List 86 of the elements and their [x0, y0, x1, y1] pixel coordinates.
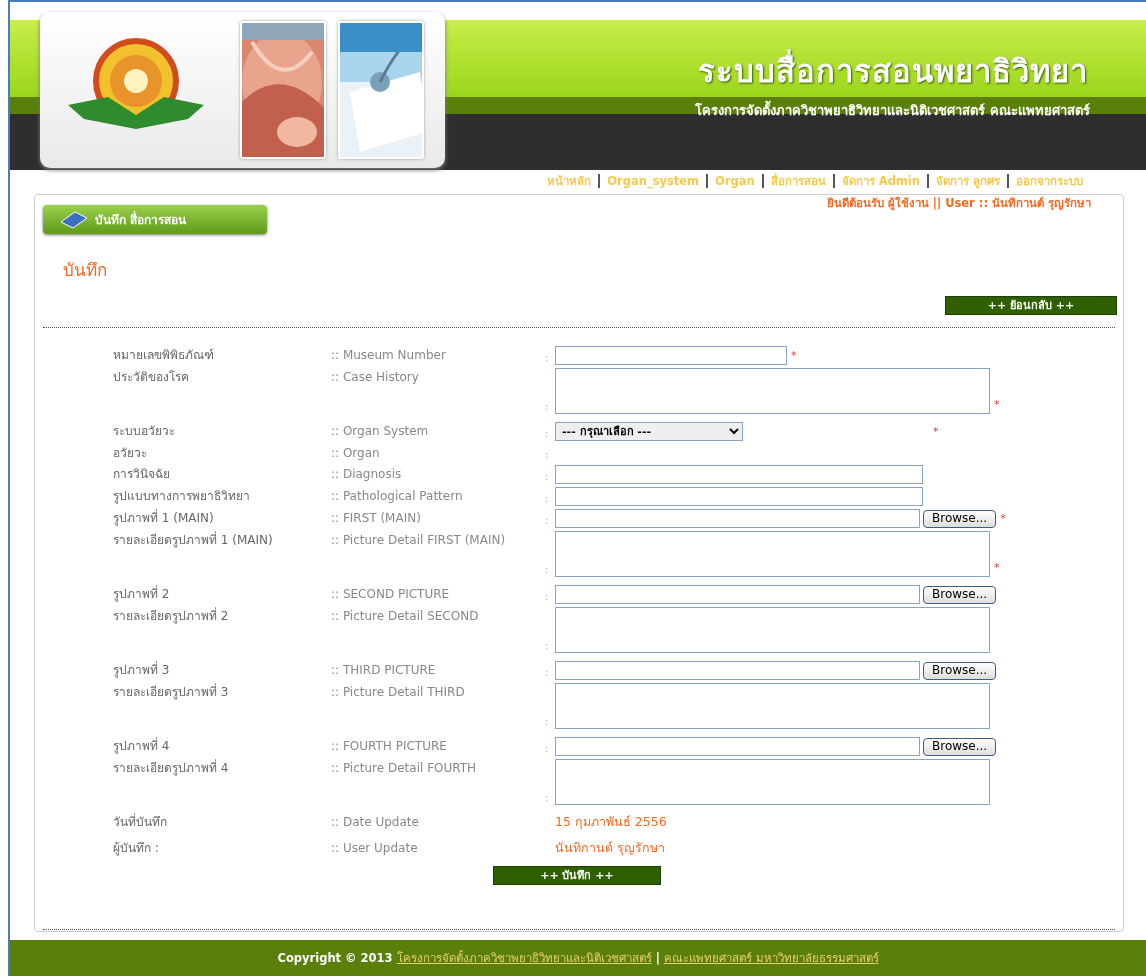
site-subtitle: โครงการจัดตั้งภาควิชาพยาธิวิทยาและนิติเวชศาสตร์ คณะแพทยศาสตร์: [695, 101, 1090, 121]
field-label: :: Picture Detail THIRD: [331, 683, 466, 701]
save-button[interactable]: ++ บันทึก ++: [493, 866, 661, 885]
field-label: ผู้บันทึก :: [112, 840, 160, 858]
field-label: :: Organ: [331, 444, 381, 462]
field-label: :: Organ System: [331, 422, 430, 440]
file-field[interactable]: [555, 584, 920, 604]
site-title: ระบบสื่อการสอนพยาธิวิทยา: [698, 48, 1088, 95]
required-mark: *: [994, 397, 1000, 413]
field-value: 15 กุมภาพันธ์ 2556: [555, 812, 667, 832]
footer-link[interactable]: โครงการจัดตั้งภาควิชาพยาธิวิทยาและนิติเวชศาสตร์: [396, 951, 652, 965]
field-label: :: Picture Detail FOURTH: [331, 759, 478, 777]
separator-text: :: [545, 715, 549, 727]
field-label: การวินิจฉัย: [112, 465, 171, 483]
field-label: :: Diagnosis: [331, 465, 403, 483]
nav-link[interactable]: จัดการ Admin: [834, 174, 929, 188]
nav-link[interactable]: ออกจากระบบ: [1009, 174, 1090, 188]
separator-text: :: [545, 666, 549, 678]
separator-text: :: [545, 639, 549, 651]
nav-link[interactable]: หน้าหลัก: [540, 174, 601, 188]
field-label: ประวัติของโรค: [112, 368, 190, 386]
separator-text: :: [545, 351, 549, 363]
field-label: :: SECOND PICTURE: [331, 585, 451, 603]
required-mark: *: [994, 560, 1000, 576]
field-label: รูปภาพที่ 2: [112, 584, 171, 603]
file-field[interactable]: [555, 736, 920, 756]
separator-text: :: [545, 742, 549, 754]
separator-text: :: [545, 400, 549, 412]
browse-button[interactable]: Browse...: [923, 661, 997, 680]
separator-text: :: [545, 427, 549, 439]
field-label: รายละเอียดรูปภาพที่ 4: [112, 758, 230, 777]
page-heading: บันทึก: [63, 259, 108, 282]
footer-link[interactable]: คณะแพทยศาสตร์ มหาวิทยาลัยธรรมศาสตร์: [663, 951, 879, 965]
separator-text: :: [545, 514, 549, 526]
separator-text: :: [545, 791, 549, 803]
field-label: :: THIRD PICTURE: [331, 661, 437, 679]
text-area[interactable]: [555, 758, 990, 805]
field-label: ระบบอวัยวะ: [112, 422, 176, 440]
field-label: รูปภาพที่ 1 (MAIN): [112, 508, 215, 527]
file-field[interactable]: [555, 660, 920, 680]
select-dropdown[interactable]: --- กรุณาเลือก ---: [555, 421, 743, 441]
field-label: วันที่บันทึก: [112, 812, 168, 831]
input-field[interactable]: [555, 345, 787, 365]
nav-link[interactable]: จัดการ ลูกศร: [929, 174, 1009, 188]
field-label: รายละเอียดรูปภาพที่ 1 (MAIN): [112, 530, 274, 549]
back-button[interactable]: ++ ย้อนกลับ ++: [945, 295, 1117, 315]
text-area[interactable]: [555, 682, 990, 729]
required-mark: *: [1000, 511, 1006, 527]
welcome-text: ยินดีต้อนรับ ผู้ใช้งาน || User :: นันทิกานต์ รุญรักษา: [826, 195, 1091, 213]
field-value: นันทิกานต์ รุญรักษา: [555, 839, 665, 858]
text-area[interactable]: [555, 606, 990, 653]
field-label: :: Case History: [331, 368, 420, 386]
field-label: รูปภาพที่ 3: [112, 660, 171, 679]
separator-text: :: [545, 563, 549, 575]
field-label: :: Picture Detail SECOND: [331, 607, 480, 625]
browse-button[interactable]: Browse...: [923, 509, 997, 528]
browse-button[interactable]: Browse...: [923, 585, 997, 604]
separator-text: :: [545, 470, 549, 482]
input-field[interactable]: [555, 464, 923, 484]
field-label: รายละเอียดรูปภาพที่ 3: [112, 682, 230, 701]
separator-text: :: [545, 492, 549, 504]
field-label: :: FIRST (MAIN): [331, 509, 422, 527]
field-label: อวัยวะ: [112, 444, 148, 462]
field-label: รายละเอียดรูปภาพที่ 2: [112, 606, 230, 625]
required-mark: *: [791, 348, 797, 364]
field-label: รูปภาพที่ 4: [112, 736, 171, 755]
field-label: :: Museum Number: [331, 346, 447, 364]
separator-text: :: [545, 448, 549, 460]
text-area[interactable]: [555, 367, 990, 414]
book-icon: [59, 209, 89, 230]
browse-button[interactable]: Browse...: [923, 737, 997, 756]
file-field[interactable]: [555, 508, 920, 528]
field-label: :: FOURTH PICTURE: [331, 737, 448, 755]
text-area[interactable]: [555, 530, 990, 577]
copyright-text: Copyright © 2013: [277, 951, 393, 965]
separator-text: :: [545, 590, 549, 602]
divider-text: |: [655, 951, 660, 965]
field-label: :: Picture Detail FIRST (MAIN): [331, 531, 507, 549]
field-label: :: User Update: [331, 840, 419, 858]
field-label: :: Pathological Pattern: [331, 487, 464, 505]
field-label: :: Date Update: [331, 813, 420, 831]
field-label: รูปแบบทางการพยาธิวิทยา: [112, 487, 251, 505]
field-label: หมายเลขพิพิธภัณฑ์: [112, 346, 215, 364]
input-field[interactable]: [555, 486, 923, 506]
section-tab[interactable]: บันทึก สื่อการสอน: [43, 205, 267, 234]
required-mark: *: [933, 424, 939, 440]
